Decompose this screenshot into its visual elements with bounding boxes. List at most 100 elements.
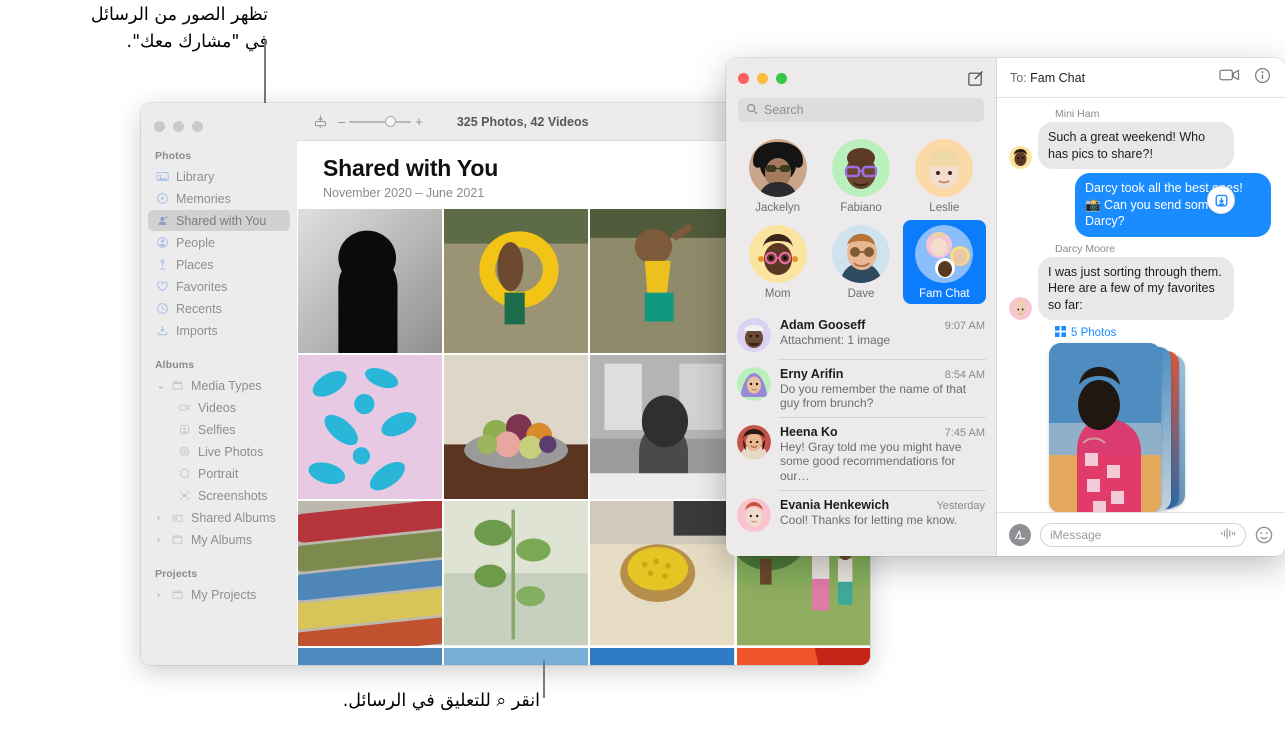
pinned-name: Leslie: [929, 202, 960, 214]
folder-icon: [170, 379, 184, 393]
callout-top-text: تظهر الصور من الرسائل في "مشارك معك".: [90, 5, 268, 53]
sidebar-item-label: Library: [176, 169, 215, 184]
pinned-fabiano[interactable]: Fabiano: [819, 134, 902, 218]
audio-waveform-icon[interactable]: [1220, 527, 1236, 543]
info-icon[interactable]: [1254, 67, 1271, 89]
pinned-dave[interactable]: Dave: [819, 220, 902, 304]
zoom-slider[interactable]: – +: [338, 114, 423, 129]
pinned-jackelyn[interactable]: Jackelyn: [736, 134, 819, 218]
sidebar-item-screenshots[interactable]: Screenshots: [148, 485, 290, 506]
app-store-icon[interactable]: [1009, 523, 1031, 546]
sidebar-item-favorites[interactable]: Favorites: [148, 276, 290, 297]
photos-attachment-badge[interactable]: 5 Photos: [1055, 326, 1271, 340]
sidebar-item-portrait[interactable]: Portrait: [148, 463, 290, 484]
sidebar-item-my-projects[interactable]: › My Projects: [148, 584, 290, 605]
chevron-right-icon[interactable]: ›: [157, 513, 160, 522]
import-toolbar-icon[interactable]: [313, 114, 328, 129]
conversation-list: Adam Gooseff 9:07 AM Attachment: 1 image…: [726, 310, 996, 556]
message-composer: iMessage: [997, 512, 1285, 556]
thread-header: To: Fam Chat: [997, 58, 1285, 98]
sidebar-item-library[interactable]: Library: [148, 166, 290, 187]
photo-cell[interactable]: [736, 647, 870, 665]
list-item-body: Evania Henkewich Yesterday Cool! Thanks …: [780, 498, 985, 532]
zoom-button[interactable]: [192, 121, 203, 132]
sidebar-item-media-types[interactable]: ⌄ Media Types: [148, 375, 290, 396]
photo-count-label: 325 Photos, 42 Videos: [456, 114, 589, 129]
imessage-input[interactable]: iMessage: [1040, 522, 1246, 547]
zoom-slider-knob[interactable]: [385, 116, 397, 127]
photo-cell[interactable]: [590, 647, 735, 665]
photo-cell[interactable]: [444, 355, 589, 500]
avatar: [1009, 146, 1032, 169]
sidebar-item-places[interactable]: Places: [148, 254, 290, 275]
timestamp: 8:54 AM: [944, 369, 985, 381]
list-item[interactable]: Evania Henkewich Yesterday Cool! Thanks …: [726, 489, 996, 539]
photo-cell[interactable]: [298, 501, 443, 646]
zoom-button[interactable]: [776, 72, 787, 84]
thread-recipient[interactable]: To: Fam Chat: [1010, 71, 1085, 85]
callout-bottom-leader-line: [543, 660, 545, 698]
sidebar-item-imports[interactable]: Imports: [148, 320, 290, 341]
photo-cell[interactable]: [298, 209, 443, 354]
pinned-name: Fam Chat: [919, 288, 970, 300]
photo-cell[interactable]: [590, 209, 735, 354]
avatar: [1009, 297, 1032, 320]
sidebar-item-shared-with-you[interactable]: Shared with You: [148, 210, 290, 231]
list-item-header: Erny Arifin 8:54 AM: [780, 367, 985, 381]
compose-icon[interactable]: [967, 70, 984, 87]
zoom-out-label[interactable]: –: [338, 114, 345, 129]
sidebar-item-videos[interactable]: Videos: [148, 397, 290, 418]
sidebar-item-selfies[interactable]: Selfies: [148, 419, 290, 440]
photo-cell[interactable]: [444, 209, 589, 354]
close-button[interactable]: [154, 121, 165, 132]
sidebar-item-label: People: [176, 235, 215, 250]
list-item-body: Heena Ko 7:45 AM Hey! Gray told me you m…: [780, 425, 985, 482]
sidebar-item-shared-albums[interactable]: › Shared Albums: [148, 507, 290, 528]
photo-cell[interactable]: [590, 501, 735, 646]
list-item[interactable]: Heena Ko 7:45 AM Hey! Gray told me you m…: [726, 417, 996, 489]
sidebar-item-label: Portrait: [198, 466, 239, 481]
sidebar-item-label: Favorites: [176, 279, 228, 294]
chevron-right-icon[interactable]: ›: [157, 590, 160, 599]
photo-cell[interactable]: [298, 647, 443, 665]
search-placeholder: Search: [764, 103, 804, 117]
message-preview: Hey! Gray told me you might have some go…: [780, 440, 962, 483]
sidebar-item-memories[interactable]: Memories: [148, 188, 290, 209]
chevron-down-icon[interactable]: ⌄: [157, 381, 165, 390]
photo-stack-attachment[interactable]: [1049, 343, 1197, 512]
pinned-name: Fabiano: [840, 202, 882, 214]
photo-cell[interactable]: [444, 501, 589, 646]
minimize-button[interactable]: [173, 121, 184, 132]
photo-cell[interactable]: [298, 355, 443, 500]
pinned-mom[interactable]: Mom: [736, 220, 819, 304]
sidebar-item-recents[interactable]: Recents: [148, 298, 290, 319]
stack-photo-front[interactable]: [1049, 343, 1161, 512]
pinned-leslie[interactable]: Leslie: [903, 134, 986, 218]
messages-traffic-lights[interactable]: [738, 72, 787, 84]
sidebar-section-albums: Albums: [155, 359, 195, 371]
message-preview: Cool! Thanks for letting me know.: [780, 512, 958, 527]
zoom-slider-track[interactable]: [349, 116, 412, 127]
list-item[interactable]: Adam Gooseff 9:07 AM Attachment: 1 image: [726, 310, 996, 359]
sidebar-item-my-albums[interactable]: › My Albums: [148, 529, 290, 550]
pinned-fam-chat[interactable]: Fam Chat: [902, 220, 986, 304]
photo-cell[interactable]: [590, 355, 735, 500]
minimize-button[interactable]: [757, 72, 768, 84]
photos-traffic-lights[interactable]: [141, 111, 297, 132]
emoji-smiley-icon[interactable]: [1255, 526, 1273, 544]
messages-titlebar: [726, 58, 996, 98]
video-icon: [177, 401, 191, 415]
close-button[interactable]: [738, 72, 749, 84]
save-to-photos-button[interactable]: [1207, 186, 1235, 214]
search-input[interactable]: Search: [738, 98, 984, 122]
message-bubble-incoming: Such a great weekend! Who has pics to sh…: [1034, 122, 1234, 169]
video-camera-icon[interactable]: [1219, 67, 1240, 88]
message-sender: Darcy Moore: [1055, 242, 1116, 255]
sidebar-item-live-photos[interactable]: Live Photos: [148, 441, 290, 462]
sidebar-item-label: My Albums: [191, 532, 253, 547]
photo-cell[interactable]: [444, 647, 589, 665]
chevron-right-icon[interactable]: ›: [157, 535, 160, 544]
list-item[interactable]: Erny Arifin 8:54 AM Do you remember the …: [726, 359, 996, 417]
sidebar-item-people[interactable]: People: [148, 232, 290, 253]
zoom-in-label[interactable]: +: [415, 114, 423, 129]
